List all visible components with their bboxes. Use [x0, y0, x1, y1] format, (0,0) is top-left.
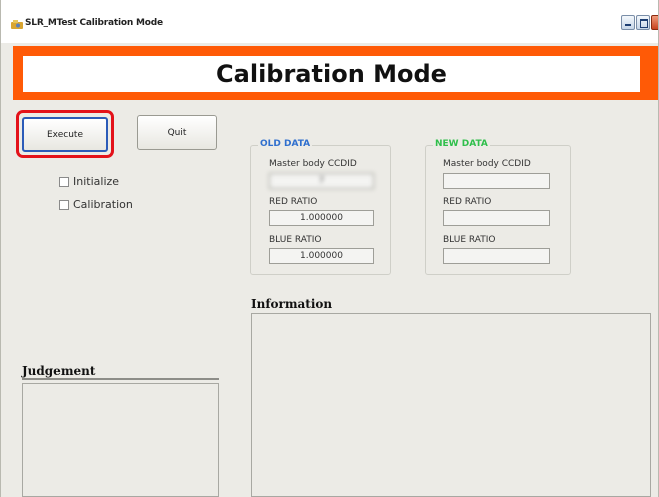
old-ccdid-field: 7	[269, 173, 374, 189]
old-blue-ratio-label: BLUE RATIO	[269, 235, 322, 245]
page-title: Calibration Mode	[216, 60, 447, 88]
old-data-title: OLD DATA	[258, 139, 313, 149]
judgement-box	[22, 383, 219, 497]
calibration-checkbox[interactable]	[59, 199, 69, 210]
new-blue-ratio-field	[443, 248, 550, 264]
calibration-window: SLR_MTest Calibration Mode Calibration M…	[0, 0, 659, 497]
app-icon	[11, 20, 23, 29]
maximize-button[interactable]	[636, 15, 650, 30]
close-button[interactable]	[651, 15, 658, 30]
new-red-ratio-field	[443, 210, 550, 226]
new-red-ratio-label: RED RATIO	[443, 197, 492, 207]
new-ccdid-field	[443, 173, 550, 189]
old-data-group: OLD DATA Master body CCDID 7 RED RATIO 1…	[250, 139, 391, 275]
old-ccdid-label: Master body CCDID	[269, 159, 357, 169]
old-red-ratio-field: 1.000000	[269, 210, 374, 226]
judgement-label: Judgement	[22, 364, 96, 378]
old-blue-ratio-field: 1.000000	[269, 248, 374, 264]
information-box[interactable]	[251, 313, 651, 497]
information-label: Information	[251, 297, 333, 311]
header-panel: Calibration Mode	[23, 56, 640, 92]
header-banner: Calibration Mode	[13, 46, 658, 100]
calibration-option[interactable]: Calibration	[59, 198, 133, 211]
new-data-group: NEW DATA Master body CCDID RED RATIO BLU…	[425, 139, 571, 275]
new-blue-ratio-label: BLUE RATIO	[443, 235, 496, 245]
new-ccdid-label: Master body CCDID	[443, 159, 531, 169]
initialize-label: Initialize	[73, 175, 120, 188]
initialize-checkbox[interactable]	[59, 176, 69, 187]
new-data-title: NEW DATA	[433, 139, 490, 149]
execute-button[interactable]: Execute	[22, 117, 108, 152]
quit-button[interactable]: Quit	[137, 115, 217, 150]
title-bar[interactable]: SLR_MTest Calibration Mode	[1, 0, 658, 43]
initialize-option[interactable]: Initialize	[59, 175, 119, 188]
judgement-divider	[22, 378, 219, 380]
old-red-ratio-label: RED RATIO	[269, 197, 318, 207]
window-title: SLR_MTest Calibration Mode	[25, 18, 163, 28]
calibration-label: Calibration	[73, 198, 133, 211]
minimize-button[interactable]	[621, 15, 635, 30]
